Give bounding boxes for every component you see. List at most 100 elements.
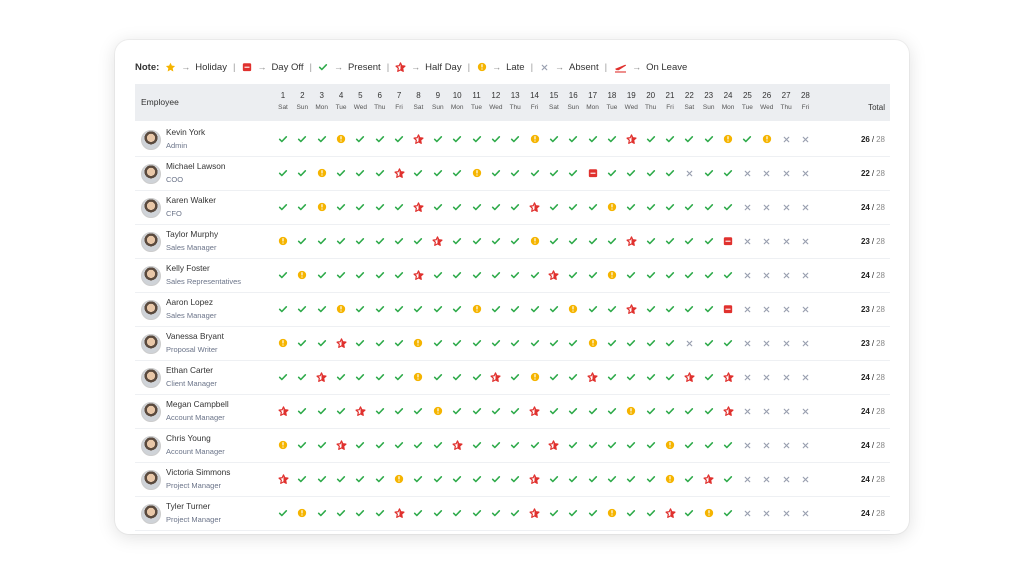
day-number: 8 bbox=[416, 91, 421, 100]
present-check-icon bbox=[412, 507, 424, 519]
employee-row[interactable]: Aaron Lopez Sales Manager 23/28 bbox=[135, 292, 890, 327]
day-weekday: Tue bbox=[606, 104, 618, 111]
legend-label: Note: bbox=[135, 61, 160, 73]
employee-name: Tyler Turner bbox=[166, 501, 211, 511]
present-check-icon bbox=[509, 405, 521, 417]
present-check-icon bbox=[432, 303, 444, 315]
present-check-icon bbox=[664, 337, 676, 349]
present-check-icon bbox=[471, 473, 483, 485]
half-day-star-icon bbox=[335, 439, 347, 451]
present-check-icon bbox=[606, 167, 618, 179]
late-clock-icon bbox=[296, 507, 308, 519]
legend-late: → Late bbox=[476, 62, 525, 73]
present-check-icon bbox=[509, 269, 521, 281]
present-check-icon bbox=[625, 337, 637, 349]
absent-cross-icon bbox=[761, 405, 773, 417]
present-check-icon bbox=[587, 473, 599, 485]
present-check-icon bbox=[548, 303, 560, 315]
day-weekday: Sun bbox=[567, 104, 580, 111]
present-check-icon bbox=[567, 371, 579, 383]
present-check-icon bbox=[471, 269, 483, 281]
absent-cross-icon bbox=[780, 167, 792, 179]
present-check-icon bbox=[645, 303, 657, 315]
employee-name: Megan Campbell bbox=[166, 399, 229, 409]
day-header: 2 Sun bbox=[292, 90, 312, 115]
employee-row[interactable]: Megan Campbell Account Manager 24/28 bbox=[135, 394, 890, 429]
present-count: 26 bbox=[860, 135, 870, 144]
present-check-icon bbox=[393, 405, 405, 417]
employee-row[interactable]: Chris Young Account Manager 24/28 bbox=[135, 428, 890, 463]
total-days: 28 bbox=[876, 271, 885, 280]
present-check-icon bbox=[490, 133, 502, 145]
present-check-icon bbox=[432, 473, 444, 485]
legend-half-day-text: Half Day bbox=[425, 61, 462, 73]
absent-cross-icon bbox=[799, 235, 811, 247]
employee-row[interactable]: Karen Walker CFO 24/28 bbox=[135, 190, 890, 225]
day-number: 28 bbox=[800, 91, 810, 100]
total-column-header: Total bbox=[868, 103, 885, 112]
day-number: 17 bbox=[588, 91, 598, 100]
employee-row[interactable]: Tyler Turner Project Manager 24/28 bbox=[135, 496, 890, 531]
day-number: 20 bbox=[646, 91, 656, 100]
employee-row[interactable]: Kelly Foster Sales Representatives 24/28 bbox=[135, 258, 890, 293]
present-check-icon bbox=[354, 235, 366, 247]
present-check-icon bbox=[529, 337, 541, 349]
present-check-icon bbox=[374, 303, 386, 315]
absent-cross-icon bbox=[799, 133, 811, 145]
half-day-star-icon bbox=[354, 405, 366, 417]
present-check-icon bbox=[374, 337, 386, 349]
absent-cross-icon bbox=[741, 269, 753, 281]
employee-row[interactable]: Michael Lawson COO 22/28 bbox=[135, 156, 890, 191]
present-check-icon bbox=[296, 439, 308, 451]
present-check-icon bbox=[645, 507, 657, 519]
present-check-icon bbox=[625, 201, 637, 213]
present-check-icon bbox=[354, 303, 366, 315]
absent-cross-icon bbox=[761, 201, 773, 213]
attendance-total: 26/28 bbox=[860, 135, 885, 144]
day-weekday: Fri bbox=[530, 104, 539, 111]
present-check-icon bbox=[587, 303, 599, 315]
present-check-icon bbox=[722, 507, 734, 519]
present-check-icon bbox=[318, 62, 329, 73]
employee-row[interactable]: Kevin York Admin 26/28 bbox=[135, 122, 890, 157]
late-clock-icon bbox=[567, 303, 579, 315]
day-number: 16 bbox=[568, 91, 578, 100]
employee-name: Kelly Foster bbox=[166, 263, 210, 273]
present-check-icon bbox=[490, 303, 502, 315]
day-number: 9 bbox=[435, 91, 441, 100]
present-check-icon bbox=[354, 201, 366, 213]
total-days: 28 bbox=[876, 373, 885, 382]
avatar bbox=[141, 232, 161, 252]
employee-row[interactable]: Taylor Murphy Sales Manager 23/28 bbox=[135, 224, 890, 259]
day-header: 19 Wed bbox=[621, 90, 641, 115]
employee-role: Sales Manager bbox=[166, 311, 217, 320]
present-check-icon bbox=[296, 303, 308, 315]
day-number: 22 bbox=[684, 91, 694, 100]
day-weekday: Sat bbox=[413, 104, 424, 111]
present-check-icon bbox=[664, 303, 676, 315]
present-check-icon bbox=[316, 337, 328, 349]
employee-row[interactable]: Victoria Simmons Project Manager 24/28 bbox=[135, 462, 890, 497]
present-check-icon bbox=[567, 201, 579, 213]
present-check-icon bbox=[683, 269, 695, 281]
present-check-icon bbox=[567, 269, 579, 281]
present-check-icon bbox=[451, 337, 463, 349]
day-number: 3 bbox=[319, 91, 324, 100]
day-number: 13 bbox=[510, 91, 520, 100]
absent-cross-icon bbox=[741, 337, 753, 349]
employee-role: Proposal Writer bbox=[166, 345, 218, 354]
present-check-icon bbox=[606, 371, 618, 383]
present-check-icon bbox=[587, 235, 599, 247]
present-check-icon bbox=[451, 133, 463, 145]
day-weekday: Sun bbox=[702, 104, 715, 111]
day-number: 6 bbox=[377, 91, 382, 100]
present-check-icon bbox=[625, 269, 637, 281]
present-check-icon bbox=[412, 405, 424, 417]
present-check-icon bbox=[548, 337, 560, 349]
present-check-icon bbox=[683, 303, 695, 315]
employee-row[interactable]: Ethan Carter Client Manager 24/28 bbox=[135, 360, 890, 395]
absent-cross-icon bbox=[741, 405, 753, 417]
employee-name: Victoria Simmons bbox=[166, 467, 231, 477]
avatar bbox=[141, 266, 161, 286]
employee-row[interactable]: Vanessa Bryant Proposal Writer 23/28 bbox=[135, 326, 890, 361]
